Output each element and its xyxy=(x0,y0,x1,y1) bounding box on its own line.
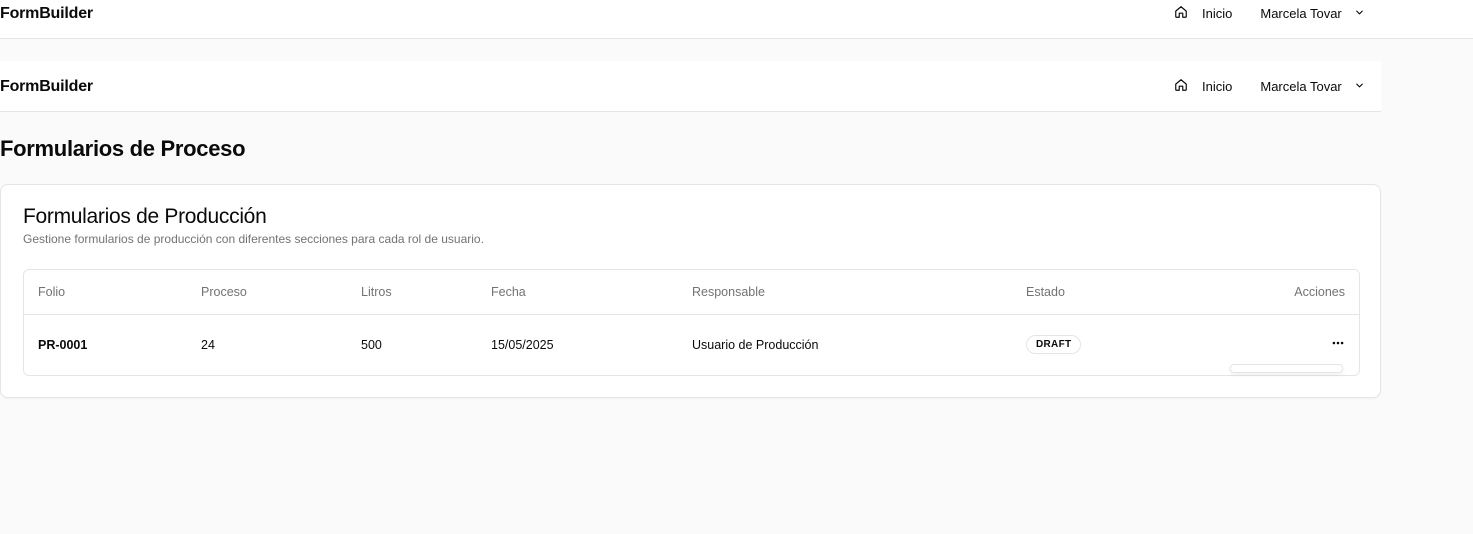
table-row[interactable]: PR-0001 24 500 15/05/2025 Usuario de Pro… xyxy=(24,314,1359,375)
more-horizontal-icon xyxy=(1331,336,1345,353)
home-icon xyxy=(1174,5,1202,22)
cell-responsable: Usuario de Producción xyxy=(692,337,819,352)
column-header-fecha[interactable]: Fecha xyxy=(491,270,692,314)
cell-fecha: 15/05/2025 xyxy=(491,337,554,352)
table-header-row: Folio Proceso Litros Fecha Responsable E… xyxy=(24,270,1359,314)
card-title: Formularios de Producción xyxy=(23,205,267,228)
nav-right: Inicio Marcela Tovar xyxy=(1174,5,1365,22)
home-link[interactable]: Inicio xyxy=(1174,78,1232,95)
chevron-down-icon xyxy=(1342,79,1365,94)
status-badge: DRAFT xyxy=(1026,335,1082,355)
top-navbar: FormBuilder Inicio Marcela Tovar xyxy=(0,0,1473,39)
home-link-label: Inicio xyxy=(1202,79,1233,94)
row-actions-button[interactable] xyxy=(1326,333,1350,357)
chevron-down-icon xyxy=(1342,6,1365,21)
home-link-label: Inicio xyxy=(1202,6,1233,21)
column-header-acciones: Acciones xyxy=(1294,284,1345,299)
app-navbar: FormBuilder Inicio Marcela Tovar xyxy=(0,61,1381,112)
user-name: Marcela Tovar xyxy=(1260,79,1342,94)
forms-card: Formularios de Producción Gestione formu… xyxy=(0,184,1381,398)
actions-dropdown-menu xyxy=(1230,364,1343,373)
user-name: Marcela Tovar xyxy=(1260,6,1342,21)
home-icon xyxy=(1174,78,1202,95)
cell-proceso: 24 xyxy=(201,337,215,352)
brand-logo[interactable]: FormBuilder xyxy=(0,5,93,23)
brand-logo[interactable]: FormBuilder xyxy=(0,78,93,96)
column-header-responsable[interactable]: Responsable xyxy=(692,270,1026,314)
user-menu-button[interactable]: Marcela Tovar xyxy=(1260,6,1364,21)
column-header-litros[interactable]: Litros xyxy=(361,270,491,314)
column-header-proceso[interactable]: Proceso xyxy=(201,270,361,314)
column-header-folio[interactable]: Folio xyxy=(24,270,201,314)
forms-table: Folio Proceso Litros Fecha Responsable E… xyxy=(23,269,1360,376)
column-header-estado[interactable]: Estado xyxy=(1026,270,1226,314)
cell-folio: PR-0001 xyxy=(38,337,88,352)
user-menu-button[interactable]: Marcela Tovar xyxy=(1260,79,1364,94)
cell-estado: DRAFT xyxy=(1026,314,1226,375)
card-description: Gestione formularios de producción con d… xyxy=(23,232,484,246)
nav-right: Inicio Marcela Tovar xyxy=(1174,78,1365,95)
home-link[interactable]: Inicio xyxy=(1174,5,1232,22)
page-title: Formularios de Proceso xyxy=(0,136,246,161)
cell-litros: 500 xyxy=(361,337,382,352)
